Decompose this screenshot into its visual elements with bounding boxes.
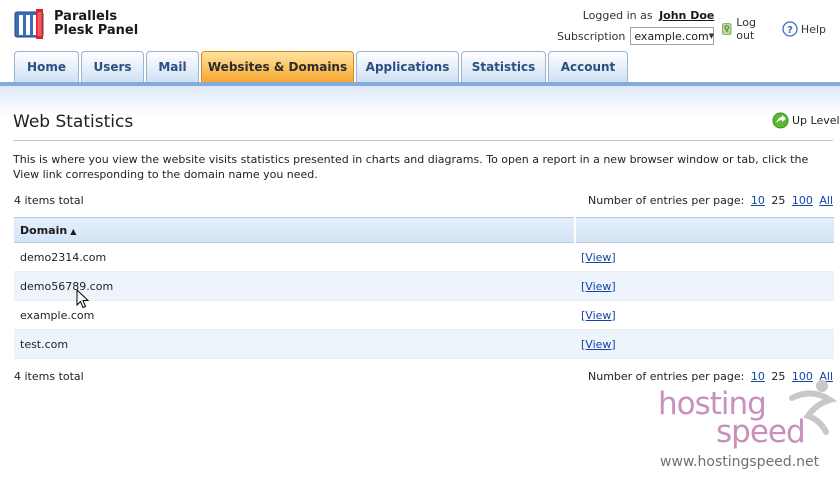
main-tabs: Home Users Mail Websites & Domains Appli… [14, 51, 630, 82]
sort-ascending-icon: ▲ [70, 226, 77, 236]
watermark-url: www.hostingspeed.net [660, 454, 820, 470]
user-box: Logged in as John Doe Subscription examp… [557, 9, 715, 45]
logout-link[interactable]: Log out [721, 16, 768, 42]
hostingspeed-watermark: hosting speed www.hostingspeed.net [658, 376, 838, 476]
user-name-link[interactable]: John Doe [659, 9, 714, 22]
logged-in-label: Logged in as [582, 9, 653, 22]
up-level-label: Up Level [792, 114, 840, 127]
logo-line2: Plesk Panel [54, 23, 139, 38]
plesk-logo: Parallels Plesk Panel [14, 9, 138, 39]
subscription-value: example.com [634, 29, 709, 43]
page-size-all-link[interactable]: All [819, 194, 833, 207]
plesk-logo-icon [14, 9, 44, 39]
domain-cell: demo2314.com [14, 242, 575, 272]
help-link[interactable]: ? Help [782, 21, 826, 37]
view-link[interactable]: [View] [581, 280, 616, 293]
help-label: Help [800, 22, 826, 36]
domain-cell: example.com [14, 300, 575, 330]
tab-statistics[interactable]: Statistics [461, 51, 546, 82]
table-row: example.com [View] [14, 300, 834, 330]
view-link[interactable]: [View] [581, 309, 616, 322]
logo-line1: Parallels [54, 9, 118, 24]
column-header-domain[interactable]: Domain ▲ [14, 217, 575, 243]
up-arrow-icon [772, 112, 789, 129]
watermark-word2: speed [716, 414, 806, 450]
subscription-label: Subscription [557, 29, 626, 43]
tab-applications[interactable]: Applications [356, 51, 459, 82]
help-icon: ? [782, 21, 798, 37]
table-row: demo56789.com [View] [14, 271, 834, 301]
view-link[interactable]: [View] [581, 251, 616, 264]
page-title: Web Statistics [13, 112, 134, 132]
tab-websites-domains[interactable]: Websites & Domains [201, 51, 354, 82]
tab-home[interactable]: Home [14, 51, 79, 82]
page-description: This is where you view the website visit… [13, 153, 809, 181]
column-header-actions [574, 217, 834, 243]
table-row: demo2314.com [View] [14, 242, 834, 272]
table-row: test.com [View] [14, 329, 834, 359]
title-divider [13, 140, 833, 141]
domain-cell: test.com [14, 329, 575, 359]
entries-per-page-top: Number of entries per page: 10 25 100 Al… [588, 194, 833, 207]
page-size-100-link[interactable]: 100 [792, 194, 813, 207]
tab-mail[interactable]: Mail [146, 51, 199, 82]
page-size-10-link[interactable]: 10 [751, 194, 765, 207]
items-total-top: 4 items total [14, 194, 84, 207]
column-header-domain-label: Domain [20, 223, 68, 237]
page-size-25-current: 25 [771, 194, 786, 207]
domain-cell: demo56789.com [14, 271, 575, 301]
mouse-pointer-icon [76, 289, 90, 309]
logout-icon [722, 23, 732, 35]
view-link[interactable]: [View] [581, 338, 616, 351]
logout-label: Log out [736, 16, 756, 42]
subscription-select[interactable]: example.com ▼ [630, 27, 715, 45]
up-level-link[interactable]: Up Level [772, 112, 840, 129]
tab-users[interactable]: Users [81, 51, 144, 82]
chevron-down-icon: ▼ [708, 32, 715, 40]
svg-text:?: ? [787, 25, 793, 36]
items-total-bottom: 4 items total [14, 370, 84, 383]
domains-table: Domain ▲ demo2314.com [View] demo56789.co… [14, 217, 834, 359]
entries-per-page-label: Number of entries per page: [588, 194, 745, 207]
tab-account[interactable]: Account [548, 51, 628, 82]
